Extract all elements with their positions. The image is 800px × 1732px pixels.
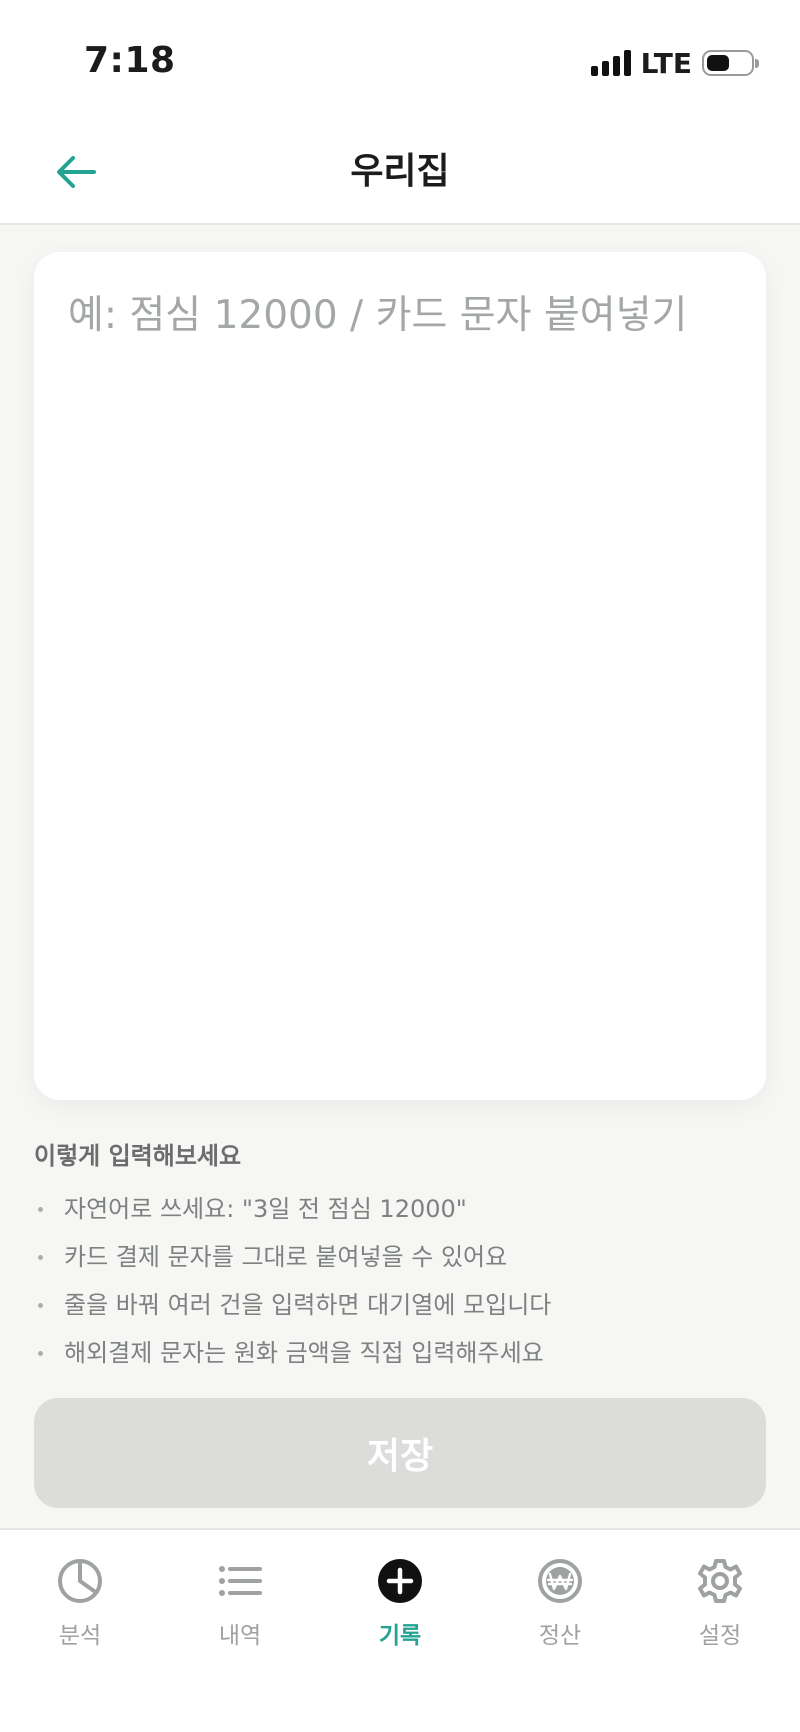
entry-card [34,252,766,1100]
header: 우리집 [0,120,800,225]
tab-label: 분석 [58,1623,102,1649]
status-time: 7:18 [84,40,176,81]
tip-item: 해외결제 문자는 원화 금액을 직접 입력해주세요 [34,1329,766,1377]
tab-analysis[interactable]: 분석 [0,1530,160,1732]
tip-item: 자연어로 쓰세요: "3일 전 점심 12000" [34,1185,766,1233]
tab-label: 정산 [538,1623,582,1649]
tab-label: 설정 [698,1623,742,1649]
signal-strength-icon [590,50,631,76]
network-type: LTE [640,46,692,80]
tab-settlement[interactable]: 정산 [480,1530,640,1732]
won-coin-icon [535,1556,585,1606]
tab-settings[interactable]: 설정 [640,1530,800,1732]
battery-icon [702,50,759,76]
status-bar: 7:18 LTE [0,0,800,120]
tips-list: 자연어로 쓰세요: "3일 전 점심 12000" 카드 결제 문자를 그대로 … [34,1185,766,1377]
bottom-tab-bar: 분석 내역 기록 정산 설정 [0,1528,800,1732]
tip-item: 카드 결제 문자를 그대로 붙여넣을 수 있어요 [34,1233,766,1281]
status-indicators: LTE [590,46,760,80]
tips-title: 이렇게 입력해보세요 [34,1142,242,1170]
pie-chart-icon [55,1556,105,1606]
tab-label: 내역 [218,1623,262,1649]
tab-label: 기록 [378,1623,422,1649]
plus-circle-icon [375,1556,425,1606]
tab-record[interactable]: 기록 [320,1530,480,1732]
page-title: 우리집 [350,151,450,192]
expense-entry-input[interactable] [34,252,766,1100]
input-tips: 이렇게 입력해보세요 자연어로 쓰세요: "3일 전 점심 12000" 카드 … [34,1136,766,1377]
list-icon [215,1556,265,1606]
tab-history[interactable]: 내역 [160,1530,320,1732]
tip-item: 줄을 바꿔 여러 건을 입력하면 대기열에 모입니다 [34,1281,766,1329]
gear-icon [695,1556,745,1606]
save-button[interactable]: 저장 [34,1398,766,1508]
